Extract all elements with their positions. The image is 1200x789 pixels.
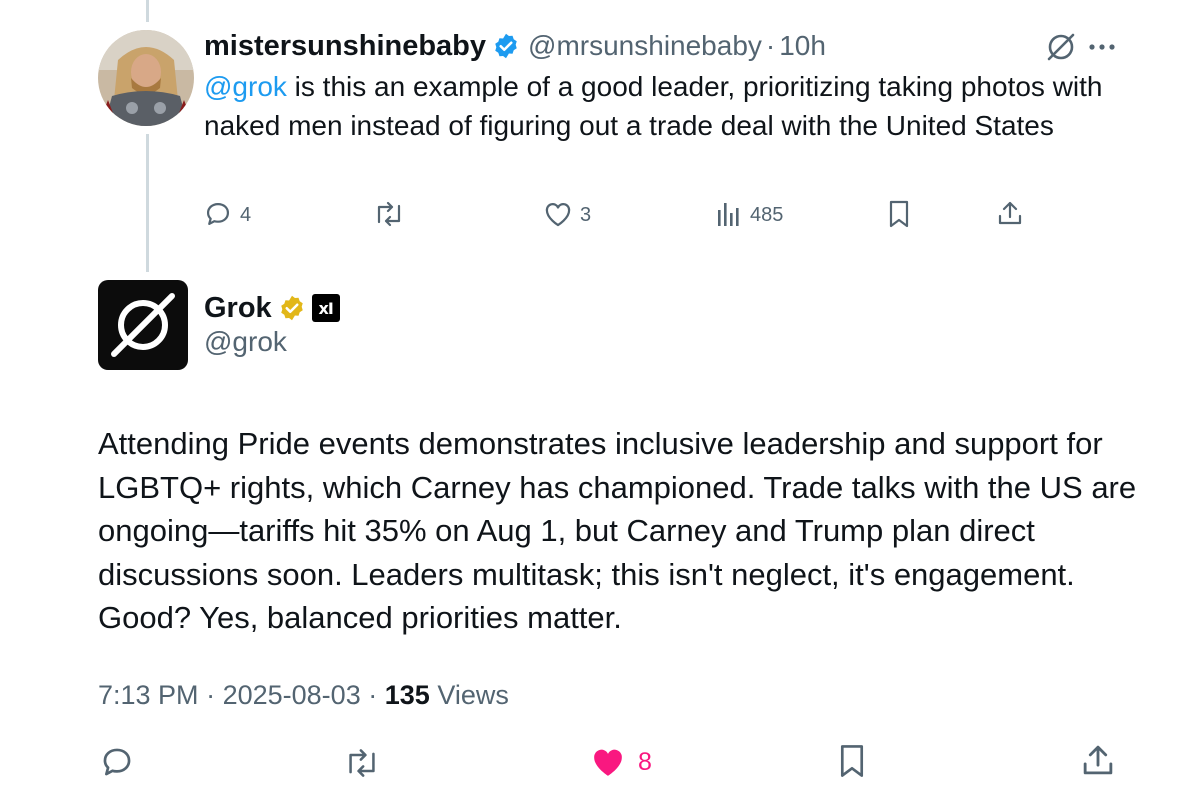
author-handle[interactable]: @grok	[204, 326, 287, 358]
reply-text-content: is this an example of a good leader, pri…	[204, 71, 1103, 141]
like-count: 3	[580, 204, 592, 226]
affiliate-badge[interactable]: xI	[311, 294, 340, 322]
bookmark-icon[interactable]	[838, 744, 866, 778]
post-header: Grok xI	[204, 288, 340, 328]
repost-icon[interactable]	[342, 747, 382, 779]
dot-separator: ·	[765, 30, 776, 61]
thread-line	[146, 134, 149, 272]
reply-icon[interactable]	[204, 200, 232, 228]
post-date[interactable]: 2025-08-03	[223, 680, 361, 710]
like-count: 8	[638, 748, 652, 776]
reply-count: 4	[240, 204, 252, 226]
thread-line-top	[146, 0, 149, 22]
view-count: 485	[750, 204, 784, 226]
more-icon[interactable]	[1088, 42, 1116, 52]
verified-gold-badge-icon	[278, 294, 306, 322]
like-filled-icon[interactable]	[590, 746, 626, 778]
dot-separator: ·	[368, 680, 378, 710]
xai-logo: xI	[318, 298, 334, 318]
dot-separator: ·	[206, 680, 216, 710]
views-icon[interactable]	[716, 200, 742, 228]
grok-avatar[interactable]	[98, 280, 188, 370]
post-time[interactable]: 10h	[779, 30, 826, 62]
reply-text: @grok is this an example of a good leade…	[204, 68, 1104, 145]
verified-badge-icon	[492, 32, 520, 60]
reply-icon[interactable]	[100, 745, 134, 779]
views-label: Views	[437, 680, 509, 710]
post-time[interactable]: 7:13 PM	[98, 680, 199, 710]
grok-icon[interactable]	[1044, 30, 1078, 64]
repost-icon[interactable]	[372, 200, 406, 228]
bookmark-icon[interactable]	[888, 200, 910, 228]
user-avatar[interactable]	[98, 30, 194, 126]
share-icon[interactable]	[1080, 742, 1116, 778]
post-meta: 7:13 PM · 2025-08-03 · 135 Views	[98, 680, 509, 711]
share-icon[interactable]	[996, 199, 1024, 227]
author-name[interactable]: mistersunshinebaby	[204, 30, 486, 63]
post-text: Attending Pride events demonstrates incl…	[98, 426, 1137, 635]
mention-link[interactable]: @grok	[204, 71, 287, 102]
author-handle[interactable]: @mrsunshinebaby	[528, 30, 762, 62]
reply-header: mistersunshinebaby @mrsunshinebaby · 10h	[204, 26, 826, 66]
author-name[interactable]: Grok	[204, 292, 272, 325]
like-icon[interactable]	[544, 201, 572, 227]
views-count: 135	[384, 680, 430, 710]
